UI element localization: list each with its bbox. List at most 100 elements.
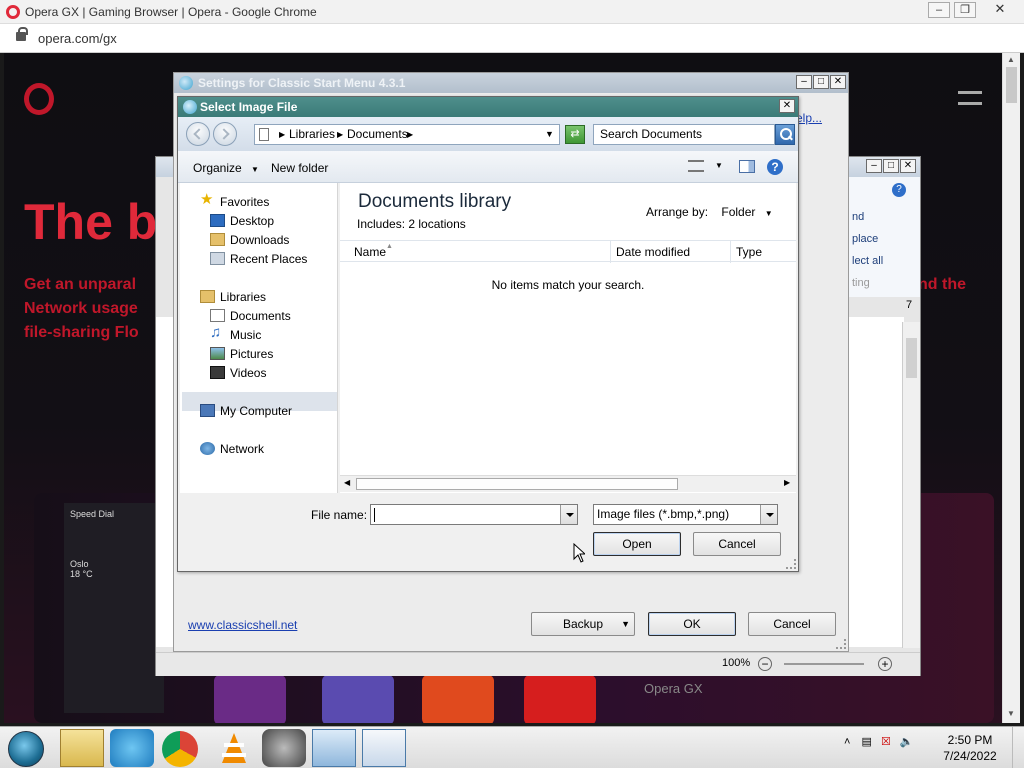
wordpad-taskbar-icon[interactable] xyxy=(362,729,406,767)
preview-pane-icon[interactable] xyxy=(739,160,755,173)
scroll-left-icon[interactable]: ◀ xyxy=(344,478,350,487)
document-scroll-thumb[interactable] xyxy=(906,338,917,378)
classic-shell-icon xyxy=(179,76,193,90)
reddit-tile[interactable] xyxy=(422,675,494,723)
restore-button[interactable]: ❐ xyxy=(954,2,976,18)
file-name-input[interactable] xyxy=(370,504,578,525)
search-input[interactable]: Search Documents xyxy=(593,124,775,145)
ok-button[interactable]: OK xyxy=(648,612,736,636)
wordpad-minimize-button[interactable]: – xyxy=(866,159,882,173)
network-status-icon[interactable]: ☒ xyxy=(881,736,891,748)
zoom-out-icon[interactable]: − xyxy=(758,657,772,671)
chevron-down-icon[interactable]: ▼ xyxy=(715,161,723,170)
column-name[interactable]: Name xyxy=(354,245,386,259)
mouse-cursor-icon xyxy=(573,543,585,563)
arrange-value[interactable]: Folder xyxy=(721,205,755,219)
ribbon-find[interactable]: nd xyxy=(852,211,864,223)
keyboard-icon[interactable]: ▤ xyxy=(862,736,872,748)
chevron-down-icon: ▼ xyxy=(251,165,259,174)
start-button[interactable] xyxy=(8,731,44,767)
document-scrollbar[interactable] xyxy=(902,322,920,648)
locations-link[interactable]: 2 locations xyxy=(408,217,465,231)
organize-label: Organize xyxy=(193,161,242,175)
chrome-taskbar-icon[interactable] xyxy=(162,731,198,767)
help-link[interactable]: elp... xyxy=(796,111,822,125)
file-list-pane[interactable]: Documents library Includes: 2 locations … xyxy=(340,183,796,493)
file-dialog-cancel-button[interactable]: Cancel xyxy=(693,532,781,556)
settings-cancel-button[interactable]: Cancel xyxy=(748,612,836,636)
open-button[interactable]: Open xyxy=(593,532,681,556)
chevron-down-icon[interactable]: ▼ xyxy=(545,125,554,144)
opera-logo-icon[interactable] xyxy=(24,83,54,115)
youtube-tile[interactable] xyxy=(524,675,596,723)
clock[interactable]: 2:50 PM 7/24/2022 xyxy=(934,732,1006,764)
scroll-thumb[interactable] xyxy=(1006,67,1017,103)
arrange-by[interactable]: Arrange by: Folder ▼ xyxy=(646,205,773,219)
settings-maximize-button[interactable]: □ xyxy=(813,75,829,89)
file-dialog-close-button[interactable]: ✕ xyxy=(779,99,795,113)
hamburger-menu-icon[interactable] xyxy=(958,91,982,105)
file-name-dropdown-icon[interactable] xyxy=(560,505,577,524)
chevron-down-icon[interactable]: ▼ xyxy=(765,209,773,218)
vlc-taskbar-icon[interactable] xyxy=(212,729,256,767)
settings-close-button[interactable]: ✕ xyxy=(830,75,846,89)
twitch-tile[interactable] xyxy=(214,675,286,723)
resize-grip-icon[interactable] xyxy=(786,559,796,569)
back-button[interactable] xyxy=(186,122,210,146)
breadcrumb-libraries[interactable]: Libraries xyxy=(289,125,335,144)
column-separator[interactable] xyxy=(610,241,611,263)
classicshell-website-link[interactable]: www.classicshell.net xyxy=(188,618,297,632)
backup-button[interactable]: Backup ▼ xyxy=(531,612,635,636)
file-type-value: Image files (*.bmp,*.png) xyxy=(597,507,730,521)
help-icon[interactable]: ? xyxy=(767,159,783,175)
backup-dropdown-icon[interactable]: ▼ xyxy=(621,613,630,635)
refresh-icon[interactable]: ⇄ xyxy=(565,125,585,144)
breadcrumb[interactable]: ▶ Libraries ▶ Documents ▶ ▼ xyxy=(254,124,560,145)
volume-icon[interactable]: 🔈 xyxy=(900,736,914,748)
breadcrumb-documents[interactable]: Documents xyxy=(347,125,408,144)
page-scrollbar[interactable]: ▲ ▼ xyxy=(1002,53,1020,723)
settings-minimize-button[interactable]: – xyxy=(796,75,812,89)
ribbon-select-all[interactable]: lect all xyxy=(852,255,883,267)
wordpad-maximize-button[interactable]: □ xyxy=(883,159,899,173)
app-taskbar-icon[interactable] xyxy=(262,729,306,767)
wordpad-close-button[interactable]: ✕ xyxy=(900,159,916,173)
text-caret xyxy=(374,508,375,522)
help-icon[interactable]: ? xyxy=(892,183,906,197)
status-bar: 100% − + xyxy=(156,652,920,676)
control-panel-taskbar-icon[interactable] xyxy=(312,729,356,767)
zoom-slider[interactable] xyxy=(784,663,864,665)
includes-text: Includes: 2 locations xyxy=(357,217,466,231)
column-separator[interactable] xyxy=(730,241,731,263)
organize-button[interactable]: Organize ▼ xyxy=(193,161,259,175)
scroll-right-icon[interactable]: ▶ xyxy=(784,478,790,487)
forward-button[interactable] xyxy=(213,122,237,146)
minimize-button[interactable]: – xyxy=(928,2,950,18)
discord-tile[interactable] xyxy=(322,675,394,723)
show-desktop-button[interactable] xyxy=(1012,727,1024,768)
horizontal-scroll-thumb[interactable] xyxy=(356,478,678,490)
file-type-dropdown-icon[interactable] xyxy=(760,505,777,524)
navigation-bar: ▶ Libraries ▶ Documents ▶ ▼ ⇄ Search Doc… xyxy=(178,117,798,151)
media-player-taskbar-icon[interactable] xyxy=(110,729,154,767)
taskbar: ˄ ▤ ☒ 🔈 2:50 PM 7/24/2022 xyxy=(0,726,1024,768)
scroll-down-icon[interactable]: ▼ xyxy=(1007,709,1015,718)
zoom-in-icon[interactable]: + xyxy=(878,657,892,671)
column-date-modified[interactable]: Date modified xyxy=(616,245,690,259)
tile-opera-gx: Opera GX xyxy=(644,681,703,696)
search-icon[interactable] xyxy=(775,124,795,145)
ribbon-replace[interactable]: place xyxy=(852,233,878,245)
view-options-icon[interactable] xyxy=(688,160,704,172)
new-folder-button[interactable]: New folder xyxy=(271,161,328,175)
show-hidden-icons-icon[interactable]: ˄ xyxy=(844,736,850,748)
url-text[interactable]: opera.com/gx xyxy=(38,31,117,46)
file-type-select[interactable]: Image files (*.bmp,*.png) xyxy=(593,504,778,525)
scroll-up-icon[interactable]: ▲ xyxy=(1007,55,1015,64)
explorer-taskbar-icon[interactable] xyxy=(60,729,104,767)
close-button[interactable]: ✕ xyxy=(986,2,1014,18)
library-title: Documents library xyxy=(358,191,512,212)
address-bar[interactable]: opera.com/gx xyxy=(0,24,1024,53)
horizontal-scrollbar[interactable]: ◀ ▶ xyxy=(340,475,796,492)
resize-grip-icon[interactable] xyxy=(836,639,846,649)
column-type[interactable]: Type xyxy=(736,245,762,259)
